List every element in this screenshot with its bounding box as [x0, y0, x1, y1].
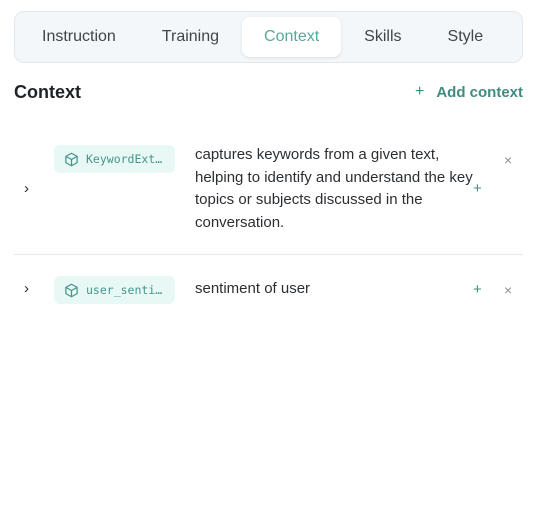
context-description: sentiment of user [195, 280, 311, 297]
chip-label: KeywordExt… [86, 152, 163, 166]
add-context-label: Add context [436, 83, 523, 101]
context-description: captures keywords from a given text, hel… [195, 146, 473, 231]
plus-icon: + [414, 83, 425, 100]
chip-label: user_senti… [86, 283, 163, 297]
tab-instruction[interactable]: Instruction [19, 17, 139, 57]
add-context-button[interactable]: + Add context [415, 83, 523, 101]
section-title: Context [14, 82, 81, 102]
add-icon[interactable]: + [473, 281, 482, 298]
context-chip[interactable]: user_senti… [54, 276, 175, 304]
cube-icon [64, 283, 79, 298]
tab-style[interactable]: Style [425, 17, 507, 57]
context-chip[interactable]: KeywordExt… [54, 145, 175, 173]
tab-training[interactable]: Training [139, 17, 242, 57]
add-icon[interactable]: + [473, 180, 482, 197]
tab-bar: Instruction Training Context Skills Styl… [14, 11, 523, 63]
context-row: › user_senti… sentiment of user + × [14, 256, 523, 324]
close-icon[interactable]: × [504, 282, 512, 298]
cube-icon [64, 152, 79, 167]
chevron-right-icon[interactable]: › [24, 280, 29, 297]
chevron-right-icon[interactable]: › [24, 180, 29, 197]
tab-skills[interactable]: Skills [341, 17, 424, 57]
close-icon[interactable]: × [504, 152, 512, 168]
section-header: Context + Add context [14, 82, 523, 106]
tab-context[interactable]: Context [242, 17, 342, 57]
context-row: › KeywordExt… captures keywords from a g… [14, 130, 523, 255]
